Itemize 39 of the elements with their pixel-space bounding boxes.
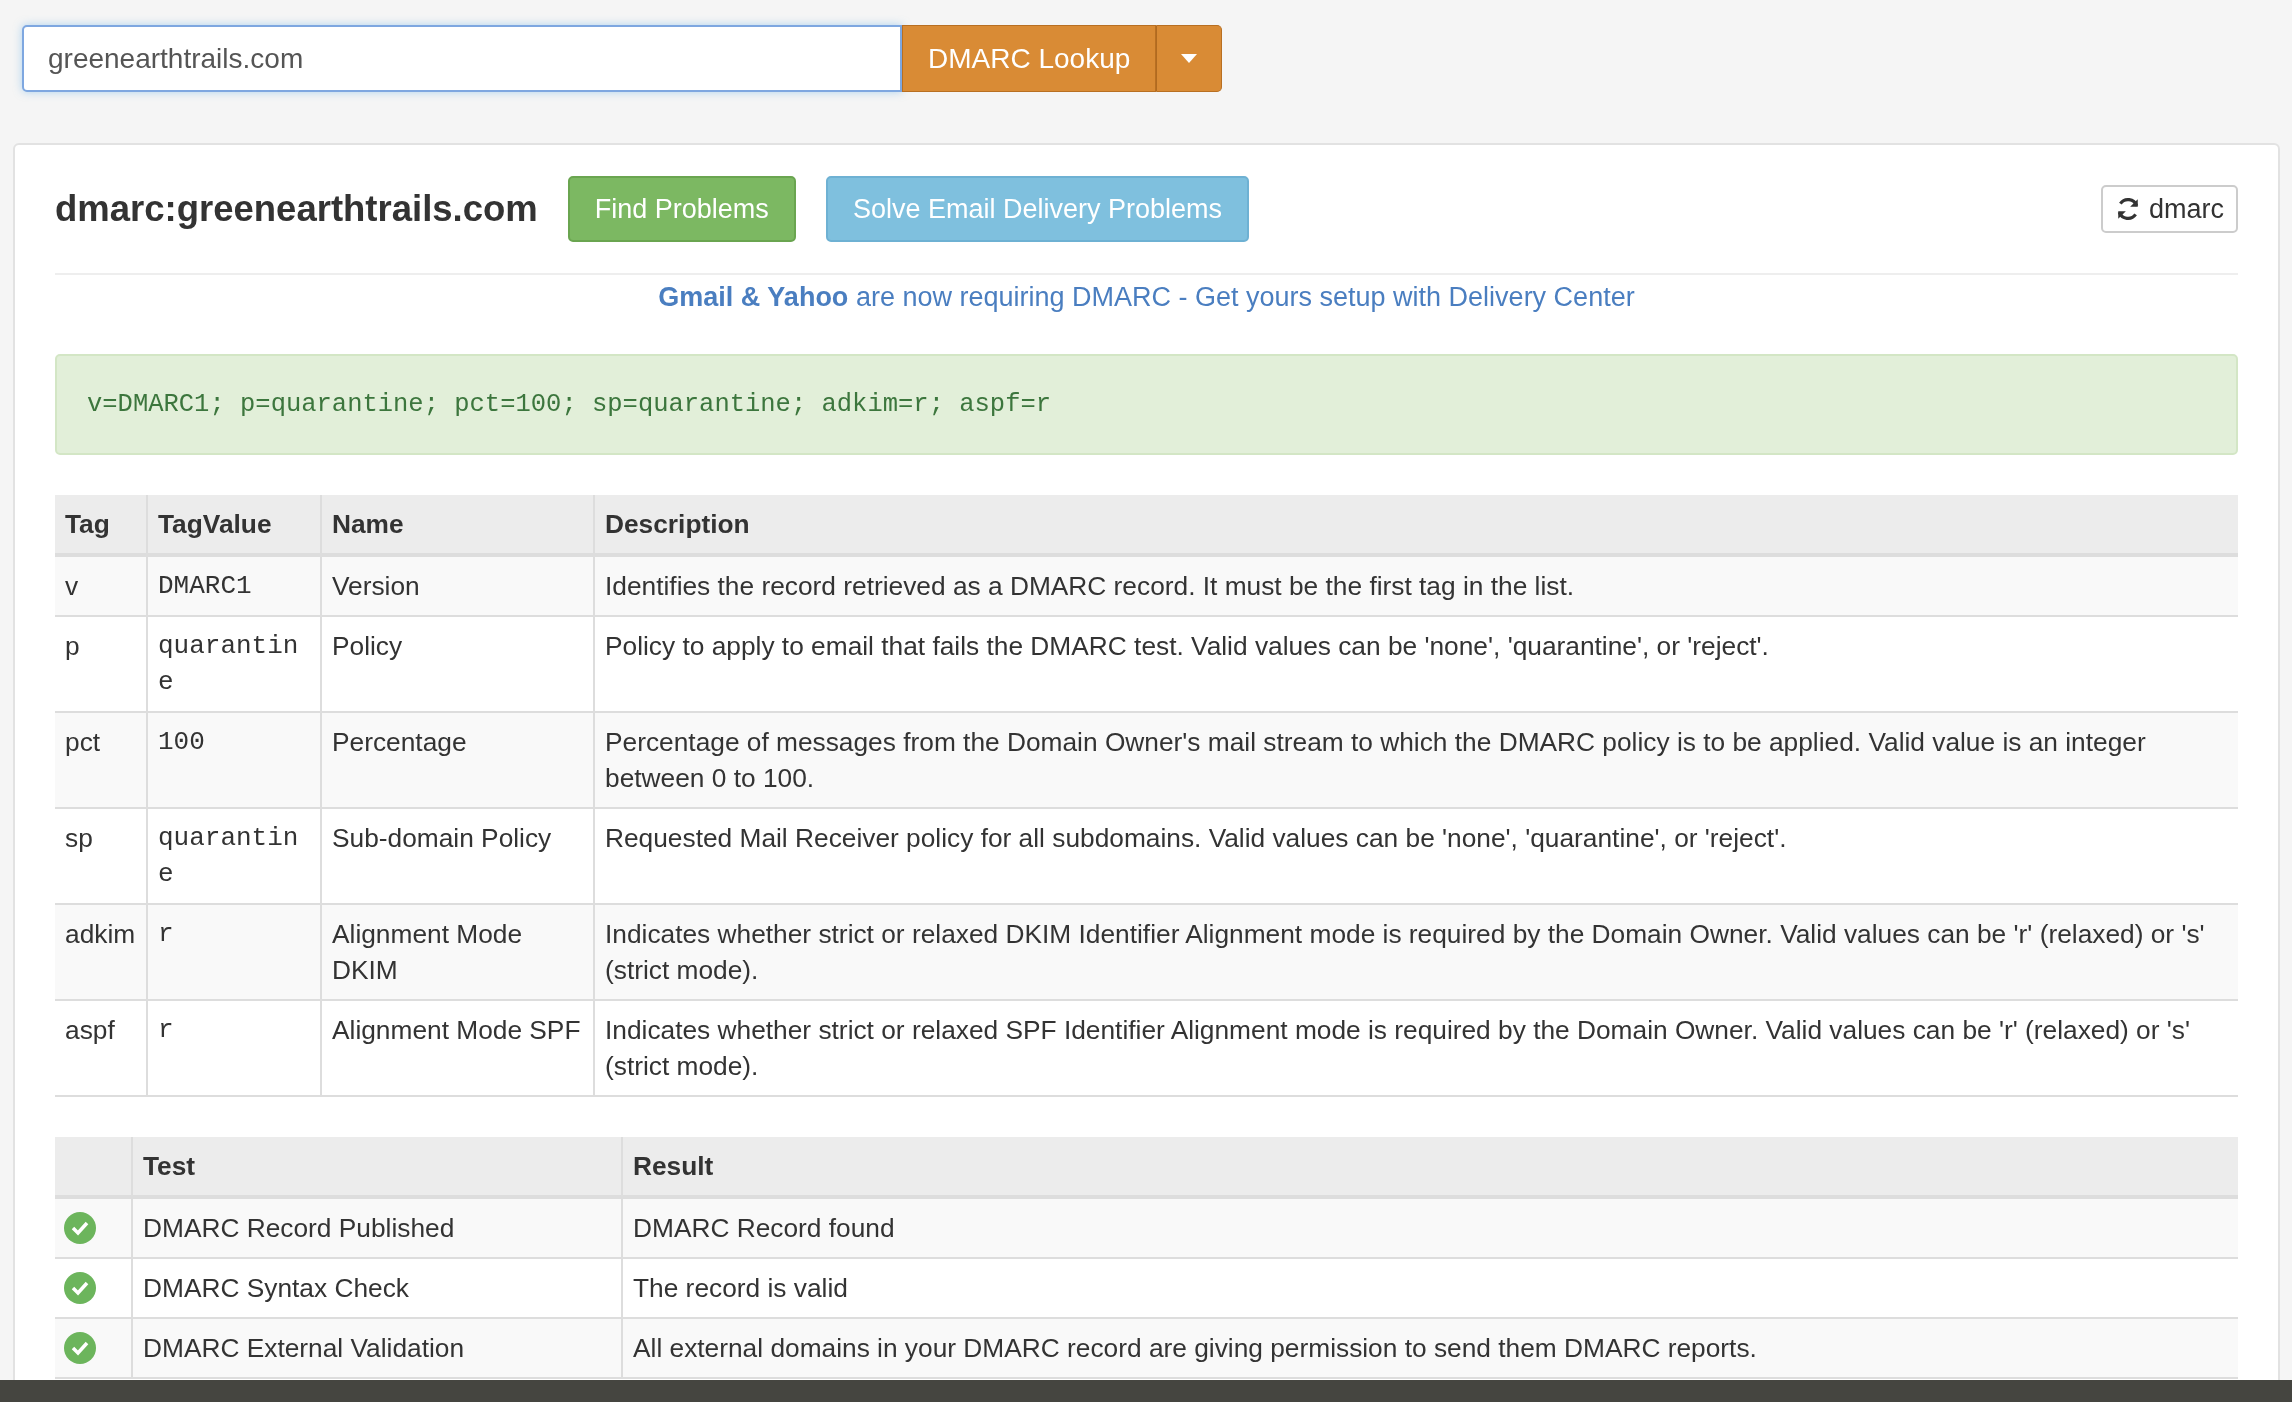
table-cell: Alignment Mode SPF [321,1000,594,1096]
table-cell: Indicates whether strict or relaxed SPF Identifier Alignment mode is required by the Domain Owner. Valid values can be 'r' (relaxed) or 's' (strict mode). [594,1000,2238,1096]
refresh-button[interactable]: dmarc [2101,185,2238,233]
record-text: v=DMARC1; p=quarantine; pct=100; sp=quarantine; adkim=r; aspf=r [87,390,1052,419]
check-icon [63,1211,97,1245]
result-title: dmarc:greenearthtrails.com [55,188,538,230]
table-cell: DMARC1 [147,555,321,616]
lookup-button[interactable]: DMARC Lookup [902,25,1157,92]
table-cell: v [55,555,147,616]
caret-icon [1181,54,1198,63]
search-field[interactable]: greenearthtrails.com [22,25,902,92]
table-cell: r [147,904,321,1000]
table-cell: aspf [55,1000,147,1096]
column-header: Result [622,1137,2238,1197]
table-cell: DMARC External Validation [132,1318,622,1378]
column-header: TagValue [147,495,321,555]
table-cell: Alignment Mode DKIM [321,904,594,1000]
table-cell: Identifies the record retrieved as a DMARC record. It must be the first tag in the list. [594,555,2238,616]
table-cell: pct [55,712,147,808]
column-header: Description [594,495,2238,555]
table-cell: 100 [147,712,321,808]
table-cell: Percentage [321,712,594,808]
table-cell: Percentage of messages from the Domain Owner's mail stream to which the DMARC policy is to be applied. Valid value is an integer between 0 to 100. [594,712,2238,808]
action-button[interactable]: Find Problems [567,176,796,242]
dropdown-button[interactable] [1156,25,1223,92]
column-header: Test [132,1137,622,1197]
column-header: Tag [55,495,147,555]
notice-link[interactable]: Gmail & Yahoo are now requiring DMARC - Get yours setup with Delivery Center [658,282,1635,312]
table-cell: r [147,1000,321,1096]
refresh-icon [2115,196,2141,222]
check-icon [63,1331,97,1365]
check-icon [63,1271,97,1305]
table-cell: All external domains in your DMARC record are giving permission to send them DMARC reports. [622,1318,2238,1378]
table-cell: DMARC Record found [622,1197,2238,1258]
table-cell: Indicates whether strict or relaxed DKIM Identifier Alignment mode is required by the Domain Owner. Valid values can be 'r' (relaxed) or 's' (strict mode). [594,904,2238,1000]
table-cell: Version [321,555,594,616]
column-header: Name [321,495,594,555]
table-cell: adkim [55,904,147,1000]
table-cell: DMARC Record Published [132,1197,622,1258]
